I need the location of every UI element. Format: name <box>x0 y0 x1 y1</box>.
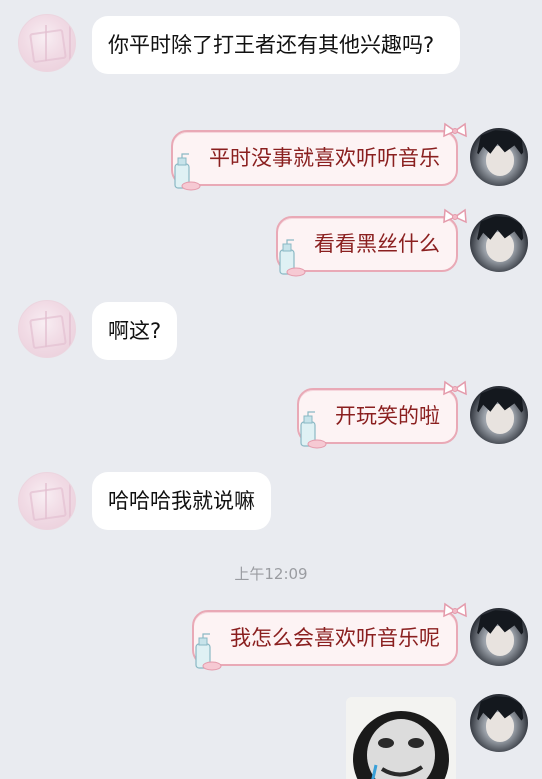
message-text: 你平时除了打王者还有其他兴趣吗? <box>108 33 435 57</box>
self-avatar[interactable] <box>470 694 528 752</box>
message-bubble-outgoing[interactable]: 开玩笑的啦 <box>297 380 467 449</box>
contact-avatar[interactable] <box>18 300 76 358</box>
message-bubble-outgoing[interactable]: 平时没事就喜欢听听音乐 <box>171 122 467 191</box>
self-avatar[interactable] <box>470 214 528 272</box>
message-text: 我怎么会喜欢听音乐呢 <box>230 626 440 650</box>
message-text: 看看黑丝什么 <box>314 232 440 256</box>
message-bubble-incoming[interactable]: 你平时除了打王者还有其他兴趣吗? <box>92 16 460 74</box>
bow-icon <box>443 208 467 224</box>
message-text: 啊这? <box>108 319 162 343</box>
bow-icon <box>443 380 467 396</box>
message-bubble-outgoing[interactable]: 看看黑丝什么 <box>276 208 467 277</box>
contact-avatar[interactable] <box>18 472 76 530</box>
lotion-bottle-icon <box>279 239 306 277</box>
bow-icon <box>443 602 467 618</box>
message-bubble-outgoing[interactable]: 我怎么会喜欢听音乐呢 <box>192 602 467 671</box>
self-avatar[interactable] <box>470 128 528 186</box>
meme-face-sticker[interactable] <box>346 697 456 779</box>
contact-avatar[interactable] <box>18 14 76 72</box>
message-timestamp: 上午12:09 <box>234 565 308 583</box>
message-bubble-incoming[interactable]: 啊这? <box>92 302 178 360</box>
lotion-bottle-icon <box>195 633 222 671</box>
message-text: 哈哈哈我就说嘛 <box>108 489 255 513</box>
message-text: 开玩笑的啦 <box>335 404 440 428</box>
bow-icon <box>443 122 467 138</box>
self-avatar[interactable] <box>470 386 528 444</box>
meme-face-icon <box>346 697 456 779</box>
lotion-bottle-icon <box>174 153 201 191</box>
message-bubble-incoming[interactable]: 哈哈哈我就说嘛 <box>92 472 271 530</box>
self-avatar[interactable] <box>470 608 528 666</box>
message-text: 平时没事就喜欢听听音乐 <box>209 146 440 170</box>
lotion-bottle-icon <box>300 411 327 449</box>
